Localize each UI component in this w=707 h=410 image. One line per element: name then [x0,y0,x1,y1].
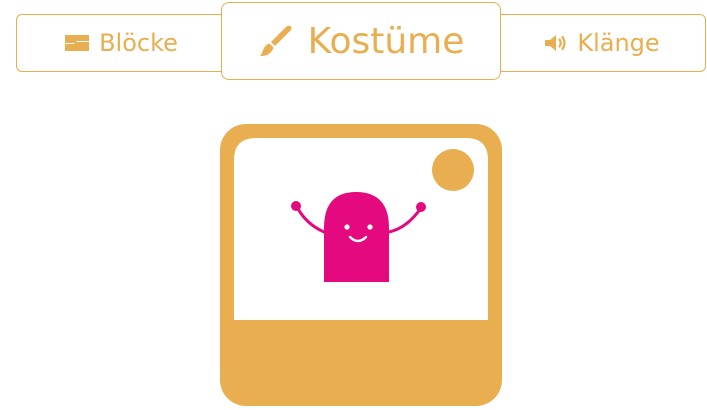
paintbrush-icon [258,23,294,59]
costume-picture-icon [220,124,502,410]
tab-sounds[interactable]: Klänge [497,14,706,72]
blocks-icon [63,34,91,52]
tab-sounds-label: Klänge [577,29,660,57]
tab-costumes-label: Kostüme [307,20,465,62]
sun-icon [432,149,474,191]
tab-blocks-label: Blöcke [99,29,178,57]
speaker-icon [543,33,569,53]
tab-costumes[interactable]: Kostüme [221,2,501,80]
tab-blocks[interactable]: Blöcke [16,14,225,72]
